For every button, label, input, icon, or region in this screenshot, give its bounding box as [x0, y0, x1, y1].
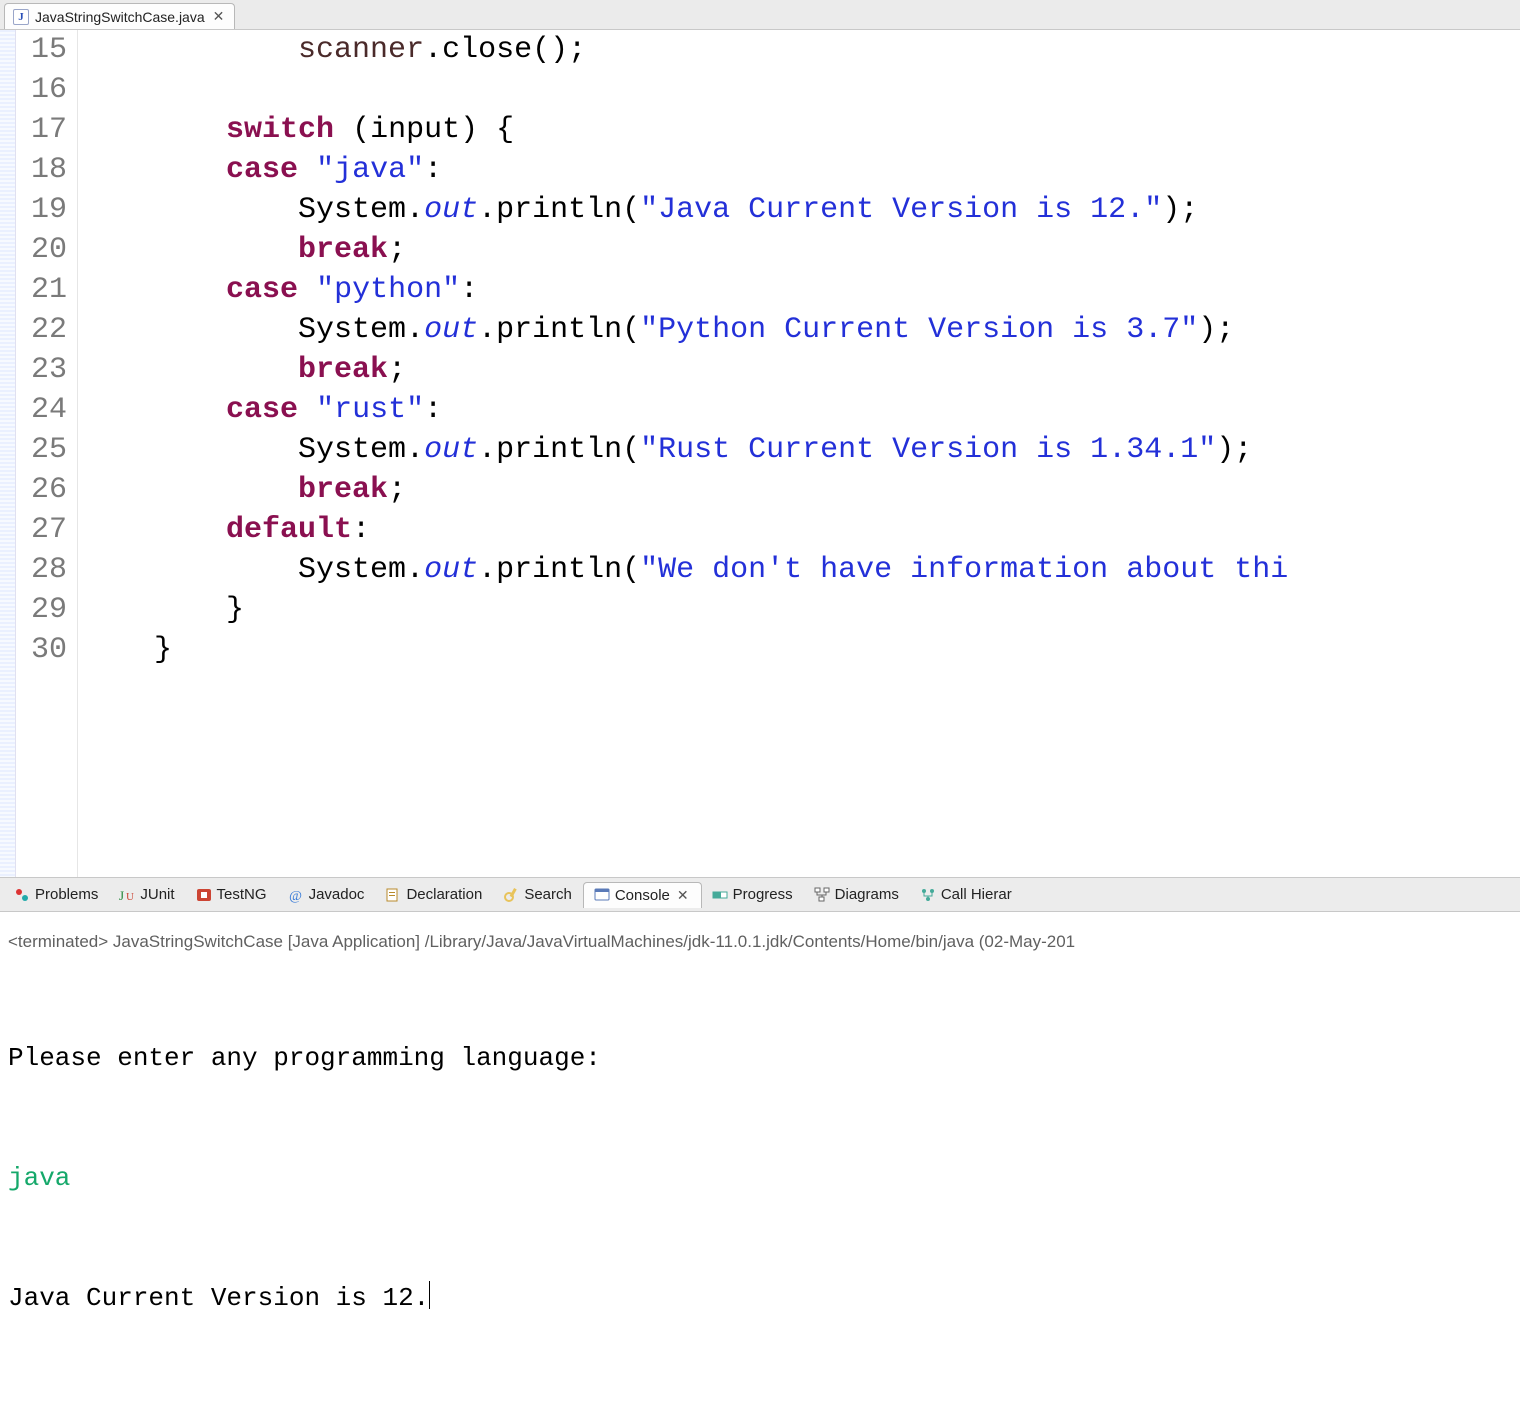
testng-icon: [196, 887, 212, 903]
tab-label: Search: [524, 886, 572, 903]
progress-icon: [712, 887, 728, 903]
code-line[interactable]: System.out.println("We don't have inform…: [82, 550, 1288, 590]
code-line[interactable]: [82, 70, 1288, 110]
code-editor[interactable]: 15161718192021222324252627282930 scanner…: [0, 30, 1520, 878]
tab-label: Console: [615, 887, 670, 904]
code-line[interactable]: System.out.println("Rust Current Version…: [82, 430, 1288, 470]
line-number: 21: [22, 270, 67, 310]
code-line[interactable]: default:: [82, 510, 1288, 550]
tab-search[interactable]: Search: [493, 882, 583, 907]
folding-ruler[interactable]: [0, 30, 16, 877]
tab-label: Problems: [35, 886, 98, 903]
tab-label: Diagrams: [835, 886, 899, 903]
tab-label: TestNG: [217, 886, 267, 903]
console-line: Please enter any programming language:: [8, 1038, 1512, 1078]
line-number: 23: [22, 350, 67, 390]
editor-tab-bar: J JavaStringSwitchCase.java ✕: [0, 0, 1520, 30]
tab-label: Javadoc: [309, 886, 365, 903]
code-line[interactable]: System.out.println("Java Current Version…: [82, 190, 1288, 230]
line-number: 30: [22, 630, 67, 670]
code-content[interactable]: scanner.close(); switch (input) { case "…: [78, 30, 1288, 877]
code-line[interactable]: System.out.println("Python Current Versi…: [82, 310, 1288, 350]
console-line: Java Current Version is 12.: [8, 1278, 1512, 1318]
console-pane[interactable]: <terminated> JavaStringSwitchCase [Java …: [0, 912, 1520, 1404]
console-output: Please enter any programming language: j…: [8, 958, 1512, 1398]
code-line[interactable]: case "python":: [82, 270, 1288, 310]
line-number-gutter: 15161718192021222324252627282930: [16, 30, 78, 877]
svg-text:@: @: [289, 889, 302, 903]
line-number: 18: [22, 150, 67, 190]
line-number: 29: [22, 590, 67, 630]
tab-progress[interactable]: Progress: [702, 882, 804, 907]
tab-javadoc[interactable]: @ Javadoc: [278, 882, 376, 907]
tab-testng[interactable]: TestNG: [186, 882, 278, 907]
diagrams-icon: [814, 887, 830, 903]
line-number: 17: [22, 110, 67, 150]
tab-label: Declaration: [406, 886, 482, 903]
tab-call-hierarchy[interactable]: Call Hierar: [910, 882, 1023, 907]
tab-diagrams[interactable]: Diagrams: [804, 882, 910, 907]
tab-label: Progress: [733, 886, 793, 903]
console-icon: [594, 887, 610, 903]
line-number: 24: [22, 390, 67, 430]
call-hierarchy-icon: [920, 887, 936, 903]
line-number: 26: [22, 470, 67, 510]
svg-text:U: U: [126, 891, 134, 903]
tab-label: JUnit: [140, 886, 174, 903]
line-number: 28: [22, 550, 67, 590]
line-number: 19: [22, 190, 67, 230]
bottom-tab-bar: Problems JU JUnit TestNG @ Javadoc Decla…: [0, 878, 1520, 912]
text-cursor: [429, 1281, 430, 1309]
search-icon: [503, 887, 519, 903]
tab-console[interactable]: Console ✕: [583, 882, 702, 908]
console-user-input: java: [8, 1158, 1512, 1198]
code-line[interactable]: case "rust":: [82, 390, 1288, 430]
editor-tab-java[interactable]: J JavaStringSwitchCase.java ✕: [4, 3, 235, 29]
code-line[interactable]: break;: [82, 350, 1288, 390]
tab-junit[interactable]: JU JUnit: [109, 882, 185, 907]
code-line[interactable]: }: [82, 590, 1288, 630]
close-icon[interactable]: ✕: [675, 887, 691, 904]
code-line[interactable]: break;: [82, 470, 1288, 510]
java-file-icon: J: [13, 9, 29, 25]
line-number: 22: [22, 310, 67, 350]
editor-tab-label: JavaStringSwitchCase.java: [35, 9, 205, 25]
javadoc-icon: @: [288, 887, 304, 903]
line-number: 25: [22, 430, 67, 470]
declaration-icon: [385, 887, 401, 903]
line-number: 16: [22, 70, 67, 110]
tab-label: Call Hierar: [941, 886, 1012, 903]
code-line[interactable]: scanner.close();: [82, 30, 1288, 70]
problems-icon: [14, 887, 30, 903]
tab-problems[interactable]: Problems: [4, 882, 109, 907]
line-number: 15: [22, 30, 67, 70]
close-icon[interactable]: ✕: [211, 8, 227, 25]
code-line[interactable]: switch (input) {: [82, 110, 1288, 150]
svg-text:J: J: [119, 888, 124, 903]
line-number: 27: [22, 510, 67, 550]
code-line[interactable]: }: [82, 630, 1288, 670]
junit-icon: JU: [119, 887, 135, 903]
tab-declaration[interactable]: Declaration: [375, 882, 493, 907]
console-status: <terminated> JavaStringSwitchCase [Java …: [8, 932, 1512, 952]
line-number: 20: [22, 230, 67, 270]
code-line[interactable]: break;: [82, 230, 1288, 270]
code-line[interactable]: case "java":: [82, 150, 1288, 190]
